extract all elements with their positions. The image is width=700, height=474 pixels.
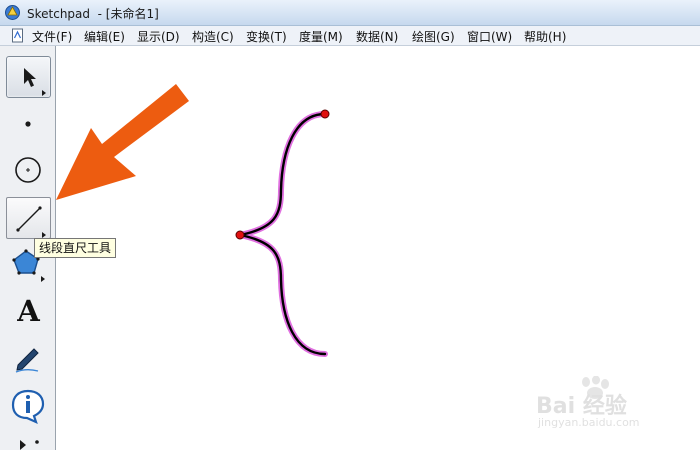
curve-middle-point[interactable] (235, 230, 245, 240)
curly-brace-highlight (239, 111, 328, 357)
curve-end-point[interactable] (320, 109, 330, 119)
baidu-jingyan-watermark: Bai 经验 jingyan.baidu.com (536, 376, 696, 436)
watermark-url: jingyan.baidu.com (538, 416, 640, 429)
